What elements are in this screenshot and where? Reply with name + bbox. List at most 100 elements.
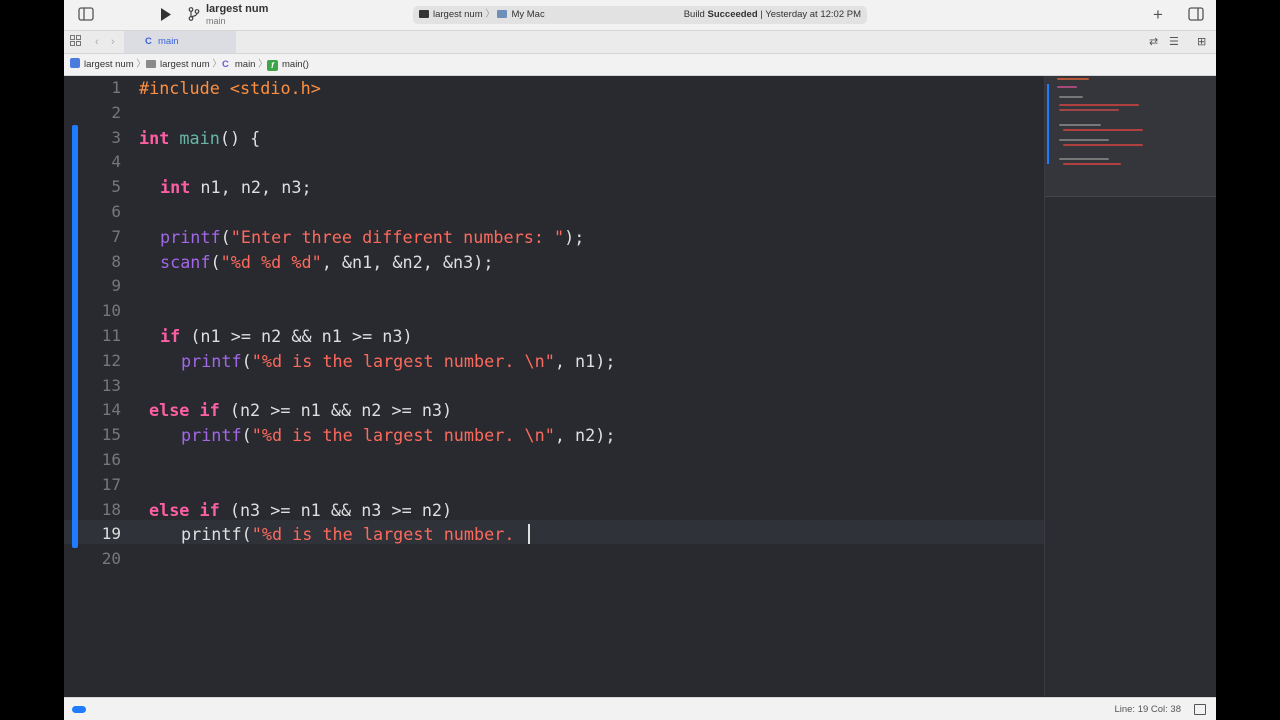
keyword: int xyxy=(160,177,191,198)
app-icon xyxy=(70,58,80,68)
code-line-3: int main() { xyxy=(139,126,260,151)
grid-icon[interactable] xyxy=(70,31,81,53)
line-number: 9 xyxy=(111,276,121,296)
minimap-line xyxy=(1059,109,1119,111)
string-literal: "%d %d %d" xyxy=(220,251,322,272)
code-line-5: int n1, n2, n3; xyxy=(160,175,312,200)
tab-main[interactable]: C main xyxy=(124,31,236,53)
minimap-line xyxy=(1063,129,1143,131)
keyword: int xyxy=(139,127,170,148)
status-bar: Line: 19 Col: 38 xyxy=(64,697,1216,720)
function-call: printf xyxy=(181,524,242,545)
line-number: 17 xyxy=(101,474,121,494)
xcode-window: largest num main largest num 〉 My Mac Bu… xyxy=(64,0,1216,720)
c-file-icon: C xyxy=(222,59,229,70)
line-number: 4 xyxy=(111,152,121,172)
func-icon: f xyxy=(267,60,278,71)
jump-item-file[interactable]: Cmain 〉 xyxy=(222,54,268,75)
code-text: ( xyxy=(210,251,221,272)
function-call: printf xyxy=(181,350,242,371)
minimap-line xyxy=(1063,163,1121,165)
preprocessor-directive: #include <stdio.h> xyxy=(139,78,321,98)
minimap-line xyxy=(1059,96,1083,98)
sidebar-toggle-icon[interactable] xyxy=(78,0,94,30)
line-number: 12 xyxy=(101,350,121,370)
refresh-icon[interactable]: ⇄ xyxy=(1149,31,1158,53)
jump-item-folder[interactable]: largest num 〉 xyxy=(146,54,222,75)
keyword: else xyxy=(149,400,190,421)
function-call: scanf xyxy=(160,251,211,272)
minimap-line xyxy=(1057,86,1077,88)
minimap-viewport[interactable] xyxy=(1045,76,1216,197)
add-icon[interactable]: + xyxy=(1153,0,1163,30)
folder-icon xyxy=(146,60,156,68)
line-number: 10 xyxy=(101,301,121,321)
code-text: (n3 >= n1 && n3 >= n2) xyxy=(219,499,453,520)
line-number: 15 xyxy=(101,425,121,445)
panel-toggle-icon[interactable] xyxy=(1194,704,1206,715)
line-number-current: 19 xyxy=(101,524,121,544)
back-icon[interactable]: ‹ xyxy=(95,31,99,53)
line-number: 6 xyxy=(111,202,121,221)
project-name: largest num xyxy=(206,3,269,15)
minimap-change-indicator xyxy=(1047,84,1049,164)
code-text: , n2); xyxy=(554,425,616,446)
project-title[interactable]: largest num main xyxy=(206,3,268,27)
scheme-selector[interactable]: largest num 〉 My Mac xyxy=(419,6,545,24)
code-text: n1, n2, n3; xyxy=(190,177,312,198)
forward-icon[interactable]: › xyxy=(111,31,115,53)
keyword: if xyxy=(160,326,181,346)
tab-bar: ‹ › C main ⇄ ☰ ⊞ xyxy=(64,31,1216,54)
build-result: Succeeded xyxy=(707,9,758,20)
jump-label-file: main xyxy=(234,59,256,70)
text-cursor xyxy=(527,524,530,545)
minimap[interactable] xyxy=(1044,76,1216,696)
build-status: Build Succeeded | Yesterday at 12:02 PM xyxy=(684,6,861,24)
jump-label-folder: largest num xyxy=(160,59,210,70)
minimap-line xyxy=(1059,104,1139,106)
jump-label-function: main() xyxy=(282,59,309,70)
jump-bar: largest num 〉 largest num 〉 Cmain 〉 f mai… xyxy=(64,54,1216,76)
toolbar: largest num main largest num 〉 My Mac Bu… xyxy=(64,0,1216,31)
function-call: printf xyxy=(160,226,221,247)
line-number: 16 xyxy=(101,450,121,469)
related-icon[interactable]: ☰ xyxy=(1169,31,1179,53)
minimap-line xyxy=(1059,139,1109,141)
code-text: (n1 >= n2 && n1 >= n3) xyxy=(180,326,413,346)
code-line-7: printf("Enter three different numbers: "… xyxy=(160,225,584,250)
jump-label-project: largest num xyxy=(84,59,134,70)
line-number: 8 xyxy=(111,251,121,271)
minimap-line xyxy=(1057,78,1089,80)
code-line-18: else if (n3 >= n1 && n3 >= n2) xyxy=(149,498,452,523)
code-text: ( xyxy=(220,226,231,247)
code-text: ( xyxy=(241,524,252,545)
function-name: main xyxy=(179,127,220,148)
run-icon[interactable] xyxy=(160,0,172,30)
line-number: 2 xyxy=(111,102,121,122)
line-number: 11 xyxy=(101,326,121,345)
source-editor[interactable]: 1 2 3 4 5 6 7 8 9 10 11 12 13 14 15 16 1… xyxy=(64,76,1044,696)
minimap-line xyxy=(1059,158,1109,160)
jump-item-project[interactable]: largest num 〉 xyxy=(70,54,146,75)
code-text: ( xyxy=(241,350,252,371)
function-call: printf xyxy=(181,425,242,446)
code-text: ( xyxy=(241,425,252,446)
code-line-8: scanf("%d %d %d", &n1, &n2, &n3); xyxy=(160,250,493,275)
inspector-toggle-icon[interactable] xyxy=(1188,0,1204,30)
split-icon[interactable]: ⊞ xyxy=(1197,31,1206,53)
code-text: , &n1, &n2, &n3); xyxy=(321,251,494,272)
code-text: () { xyxy=(219,127,261,148)
code-line-14: else if (n2 >= n1 && n2 >= n3) xyxy=(149,398,452,423)
minimap-line xyxy=(1059,124,1101,126)
activity-status: largest num 〉 My Mac Build Succeeded | Y… xyxy=(413,6,867,24)
cursor-position: Line: 19 Col: 38 xyxy=(1114,704,1181,715)
debug-area-toggle-icon[interactable] xyxy=(72,706,86,713)
line-number: 7 xyxy=(111,226,121,246)
jump-item-function[interactable]: f main() xyxy=(267,54,309,75)
code-line-15: printf("%d is the largest number. \n", n… xyxy=(181,423,615,448)
code-line-19: printf("%d is the largest number. xyxy=(181,522,530,547)
line-number: 1 xyxy=(111,78,121,97)
string-literal: "%d is the largest number. \n" xyxy=(251,350,555,371)
line-number: 3 xyxy=(111,127,121,147)
line-number: 13 xyxy=(101,375,121,395)
